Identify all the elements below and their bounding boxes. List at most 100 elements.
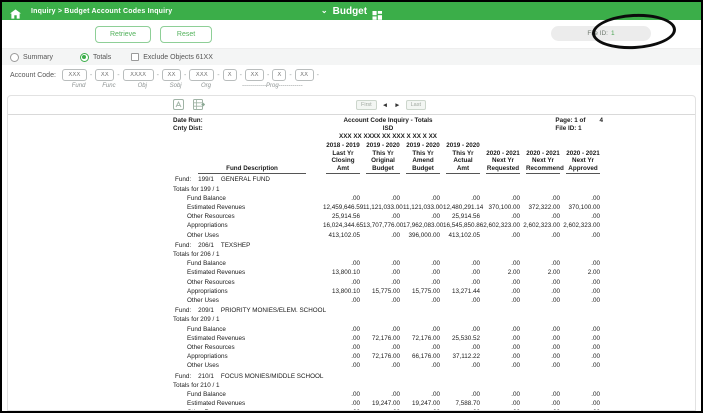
cell-value: .00: [391, 391, 400, 399]
table-row: Estimated Revenues 13,800.10 .00 .00 .00 2.00…: [173, 268, 603, 277]
cell-value: .00: [431, 278, 440, 286]
row-label: Other Uses: [187, 231, 219, 239]
column-header-lines: 2019 - 2020 This Yr Original Budget: [366, 142, 400, 175]
column-header-lines: 2018 - 2019 Last Yr Closing Amt: [326, 142, 360, 175]
fund-input[interactable]: [61, 69, 87, 81]
prog3-input[interactable]: [272, 69, 287, 81]
cell-value: 396,000.00: [408, 231, 440, 239]
cell-value: 16,545,850.86: [443, 222, 484, 230]
header-line: Amt: [336, 164, 350, 172]
cell-value: 13,800.10: [331, 269, 360, 277]
report-export-icons: [173, 99, 205, 110]
header-line: Budget: [412, 164, 434, 172]
app-switcher[interactable]: ⌄ Budget: [321, 6, 382, 20]
cell-value: 66,176.00: [411, 353, 440, 361]
cell-value: .00: [591, 362, 600, 370]
first-page-button[interactable]: First: [356, 100, 377, 110]
separator: -: [89, 71, 93, 79]
table-row: Other Resources .00 .00 .00 .00 .00 .00 .00: [173, 278, 603, 287]
home-icon[interactable]: [10, 6, 21, 19]
cell-value: .00: [511, 400, 520, 408]
table-row: Appropriations .00 72,176.00 66,176.00 37,11…: [173, 352, 603, 361]
column-header-5: 2020 - 2021 Next Yr Recommend: [523, 150, 564, 175]
prog-caption: ------------Prog------------: [242, 83, 303, 89]
exclude-objects-checkbox[interactable]: Exclude Objects 61XX: [131, 53, 213, 61]
cell-value: 2,602,323.00: [483, 222, 520, 230]
summary-radio[interactable]: Summary: [10, 52, 53, 62]
separator: -: [217, 71, 220, 79]
cell-value: .00: [511, 260, 520, 268]
cell-value: .00: [351, 297, 360, 305]
reset-button[interactable]: Reset: [160, 25, 213, 43]
account-code-field-sobj: - Sobj: [161, 69, 189, 95]
obj-caption: Obj: [137, 83, 147, 89]
fund-label: Fund:: [175, 372, 192, 380]
cell-value: .00: [471, 260, 480, 268]
last-page-button[interactable]: Last: [405, 100, 426, 110]
page-label: Page: 1 of: [555, 117, 586, 124]
fund-label: Fund:: [175, 241, 192, 249]
prev-page-icon[interactable]: ◄: [381, 102, 389, 109]
cell-value: 372,322.00: [528, 203, 560, 211]
pdf-export-icon[interactable]: [173, 99, 184, 110]
cell-value: 16,024,344.65: [323, 222, 364, 230]
cell-value: 13,800.10: [331, 287, 360, 295]
header-line: 2019 - 2020: [406, 142, 440, 149]
cell-value: .00: [471, 269, 480, 277]
cell-value: .00: [551, 353, 560, 361]
cell-value: 17,962,083.00: [403, 222, 444, 230]
cell-value: .00: [471, 391, 480, 399]
file-id-selector[interactable]: File ID: 1: [551, 26, 651, 41]
fund-name: FOCUS MONIES/MIDDLE SCHOOL: [220, 372, 324, 380]
row-label: Fund Balance: [187, 194, 226, 202]
separator: -: [183, 71, 187, 79]
cell-value: 25,914.56: [331, 213, 360, 221]
cell-value: .00: [563, 408, 603, 410]
cell-value: .00: [551, 287, 560, 295]
totals-radio[interactable]: Totals: [79, 52, 111, 62]
cell-value: .00: [471, 278, 480, 286]
prog2-input[interactable]: [244, 69, 264, 81]
action-bar: Retrieve Reset File ID: 1: [2, 20, 701, 48]
next-page-icon[interactable]: ►: [393, 102, 401, 109]
fund-name: GENERAL FUND: [220, 176, 270, 184]
cell-value: .00: [403, 408, 443, 410]
row-label: Estimated Revenues: [187, 400, 246, 408]
prog1-input[interactable]: [222, 69, 237, 81]
cell-value: .00: [511, 297, 520, 305]
retrieve-button[interactable]: Retrieve: [95, 25, 152, 43]
fund-name: TEXSHEP: [220, 241, 251, 249]
cell-value: .00: [391, 325, 400, 333]
cell-value: .00: [591, 213, 600, 221]
fund-label: Fund:: [175, 307, 192, 315]
header-line: Next Yr: [532, 157, 554, 165]
obj-input[interactable]: [122, 69, 154, 81]
cell-value: .00: [591, 194, 600, 202]
separator: -: [316, 71, 320, 79]
func-input[interactable]: [95, 69, 115, 81]
cell-value: .00: [591, 353, 600, 361]
cell-value: .00: [471, 194, 480, 202]
header-line: Budget: [372, 164, 394, 172]
column-header-1: 2019 - 2020 This Yr Original Budget: [363, 142, 403, 175]
breadcrumb: Inquiry > Budget Account Codes Inquiry: [31, 7, 173, 15]
cell-value: .00: [551, 391, 560, 399]
cell-value: .00: [351, 334, 360, 342]
table-row: Other Resources .00 .00 .00 .00 .00 .00 .00: [173, 343, 603, 352]
cell-value: .00: [591, 297, 600, 305]
cell-value: .00: [551, 297, 560, 305]
sobj-input[interactable]: [161, 69, 181, 81]
table-row: Estimated Revenues .00 19,247.00 19,247.00 7…: [173, 399, 603, 408]
fund-code: 206/1: [198, 241, 214, 249]
header-line: 2018 - 2019: [326, 142, 360, 149]
csv-export-icon[interactable]: [193, 99, 205, 110]
account-code-field-obj: - Obj: [122, 69, 162, 95]
cell-value: .00: [551, 231, 560, 239]
prog4-input[interactable]: [294, 69, 314, 81]
org-input[interactable]: [189, 69, 215, 81]
cell-value: 19,247.00: [371, 400, 400, 408]
cell-value: .00: [351, 194, 360, 202]
table-row: Fund Balance .00 .00 .00 .00 .00 .00 .00: [173, 259, 603, 268]
table-row: Appropriations 16,024,344.65 13,707,776.00…: [173, 221, 603, 230]
cell-value: .00: [431, 391, 440, 399]
